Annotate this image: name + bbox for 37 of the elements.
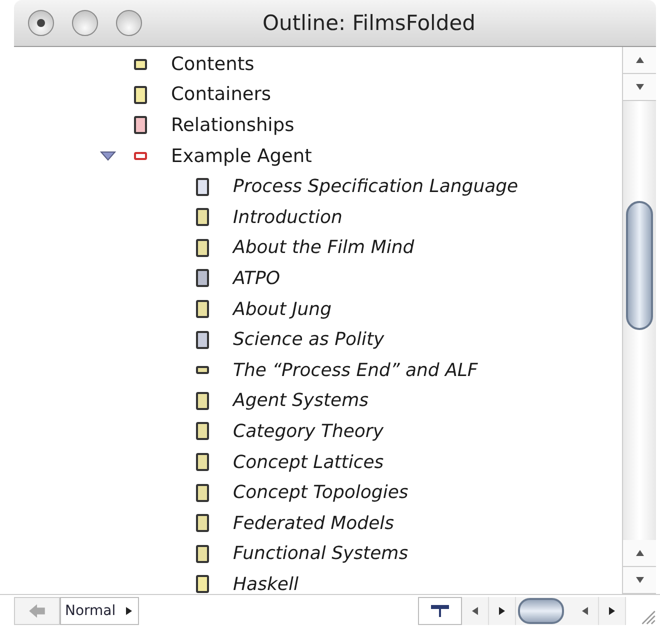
outline-item[interactable]: Contents — [171, 54, 254, 75]
outline-item[interactable]: About Jung — [233, 298, 332, 320]
outline-item[interactable]: Concept Lattices — [233, 452, 384, 473]
outline-item[interactable]: Category Theory — [233, 420, 384, 442]
outline-item[interactable]: Example Agent — [171, 146, 312, 167]
window-title: Outline: FilmsFolded — [262, 11, 476, 35]
scroll-up-icon[interactable] — [634, 548, 644, 558]
scroll-down-icon[interactable] — [634, 575, 644, 585]
scroll-right-icon[interactable] — [607, 606, 617, 616]
outline-item[interactable]: Federated Models — [233, 512, 394, 534]
view-mode-popup[interactable]: Normal — [60, 596, 139, 624]
scroll-right-icon[interactable] — [497, 606, 507, 616]
scroll-up-icon[interactable] — [634, 55, 644, 65]
outline-item[interactable]: Containers — [171, 84, 272, 106]
scroll-down-icon[interactable] — [634, 82, 644, 92]
disclosure-triangle-icon[interactable] — [100, 151, 116, 162]
popup-arrow-icon[interactable] — [124, 606, 134, 616]
outline-item[interactable]: Haskell — [233, 574, 298, 594]
outline-item[interactable]: Introduction — [233, 206, 342, 228]
outline-item[interactable]: ATPO — [233, 268, 280, 289]
outline-item[interactable]: About the Film Mind — [233, 237, 414, 258]
outline-item[interactable]: Relationships — [171, 114, 294, 136]
outline-item[interactable]: Science as Polity — [233, 329, 384, 350]
scroll-thumb[interactable] — [626, 201, 653, 330]
minimize-button[interactable] — [72, 10, 98, 36]
outline-item[interactable]: Functional Systems — [233, 543, 408, 564]
outline-item[interactable]: Process Specification Language — [233, 176, 518, 198]
scroll-left-icon[interactable] — [580, 606, 590, 616]
split-icon[interactable] — [418, 596, 462, 624]
scroll-left-icon[interactable] — [470, 606, 480, 616]
outline-item[interactable]: Agent Systems — [233, 390, 369, 412]
vertical-scrollbar[interactable] — [622, 47, 656, 594]
outline-item[interactable]: Concept Topologies — [233, 482, 408, 504]
outline-item[interactable]: The “Process End” and ALF — [233, 360, 478, 381]
zoom-button[interactable] — [116, 10, 142, 36]
scroll-thumb[interactable] — [518, 598, 564, 624]
close-button[interactable] — [28, 10, 54, 36]
